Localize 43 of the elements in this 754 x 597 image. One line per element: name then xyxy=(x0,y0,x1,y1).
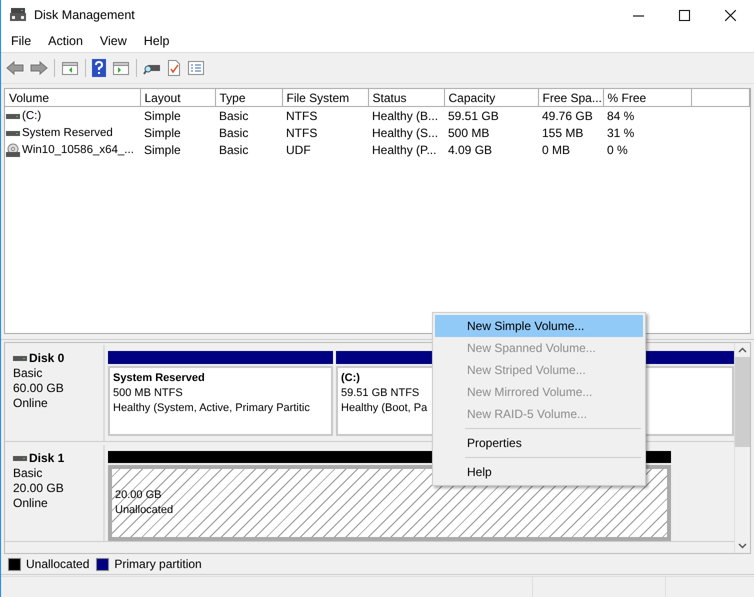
table-cell: Simple xyxy=(144,126,181,140)
table-cell: 49.76 GB xyxy=(542,108,593,122)
partition-status: Unallocated xyxy=(115,503,174,518)
disk-size: 60.00 GB xyxy=(13,381,65,396)
disk-status: Online xyxy=(13,496,49,511)
table-cell: 31 % xyxy=(607,126,634,140)
table-cell: Healthy (P... xyxy=(372,142,436,156)
legend-label: Primary partition xyxy=(114,557,202,571)
volume-name: System Reserved xyxy=(22,126,113,138)
disk-status: Online xyxy=(13,396,49,411)
table-cell: 59.51 GB xyxy=(448,108,499,122)
disk-name: Disk 1 xyxy=(29,451,64,466)
table-cell: Basic xyxy=(219,142,248,156)
table-cell: Healthy (S... xyxy=(372,126,438,140)
table-cell: Simple xyxy=(144,108,181,122)
disk-type: Basic xyxy=(13,366,44,381)
partition-size: 59.51 GB NTFS xyxy=(341,386,420,401)
partition-size: 500 MB NTFS xyxy=(113,386,183,401)
partition-title: System Reserved xyxy=(113,371,205,386)
table-cell: 0 MB xyxy=(542,142,570,156)
partition-status: Healthy (Boot, Pa xyxy=(341,401,428,416)
window-title: Disk Management xyxy=(34,8,136,22)
table-cell: 155 MB xyxy=(542,126,584,140)
partition-title: (C:) xyxy=(341,371,360,386)
table-cell: 500 MB xyxy=(448,126,490,140)
partition-size: 20.00 GB xyxy=(115,488,162,503)
table-cell: Simple xyxy=(144,142,181,156)
table-cell: 84 % xyxy=(607,108,634,122)
table-cell: Healthy (B... xyxy=(372,108,438,122)
table-cell: 0 % xyxy=(607,142,628,156)
volume-name: Win10_10586_x64_... xyxy=(22,144,134,156)
table-cell: NTFS xyxy=(286,126,318,140)
table-cell: 4.09 GB xyxy=(448,142,492,156)
volume-name: (C:) xyxy=(22,110,42,122)
table-cell: NTFS xyxy=(286,108,318,122)
disk-size: 20.00 GB xyxy=(13,481,65,496)
disk-name: Disk 0 xyxy=(29,351,64,366)
partition-status: Healthy (System, Active, Primary Partitic xyxy=(113,401,310,416)
legend-label: Unallocated xyxy=(26,557,90,571)
table-cell: Basic xyxy=(219,108,248,122)
table-cell: UDF xyxy=(286,142,311,156)
table-cell: Basic xyxy=(219,126,248,140)
disk-type: Basic xyxy=(13,466,44,481)
